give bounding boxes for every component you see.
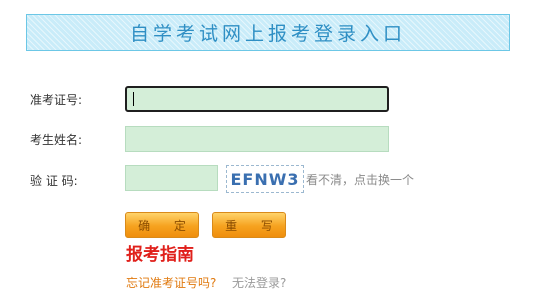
captcha-input[interactable] — [125, 165, 218, 191]
confirm-button[interactable]: 确 定 — [125, 212, 199, 238]
title-banner: 自学考试网上报考登录入口 — [26, 14, 510, 51]
login-page: 自学考试网上报考登录入口 准考证号: 考生姓名: 验 证 码: EFNW3 看不… — [0, 0, 534, 303]
student-name-label: 考生姓名: — [30, 133, 83, 147]
refresh-captcha-link[interactable]: 看不清，点击换一个 — [306, 171, 414, 188]
reset-button[interactable]: 重 写 — [212, 212, 286, 238]
forgot-exam-id-link[interactable]: 忘记准考证号吗? — [126, 274, 216, 291]
exam-guide-link[interactable]: 报考指南 — [126, 240, 194, 265]
exam-id-label: 准考证号: — [30, 93, 83, 107]
captcha-image[interactable]: EFNW3 — [226, 165, 304, 193]
captcha-text: EFNW3 — [230, 169, 300, 189]
cannot-login-link[interactable]: 无法登录? — [232, 274, 286, 291]
exam-id-input[interactable] — [125, 86, 389, 112]
student-name-input[interactable] — [125, 126, 389, 152]
text-caret — [133, 92, 134, 106]
page-title: 自学考试网上报考登录入口 — [129, 23, 406, 45]
captcha-label: 验 证 码: — [30, 174, 78, 188]
